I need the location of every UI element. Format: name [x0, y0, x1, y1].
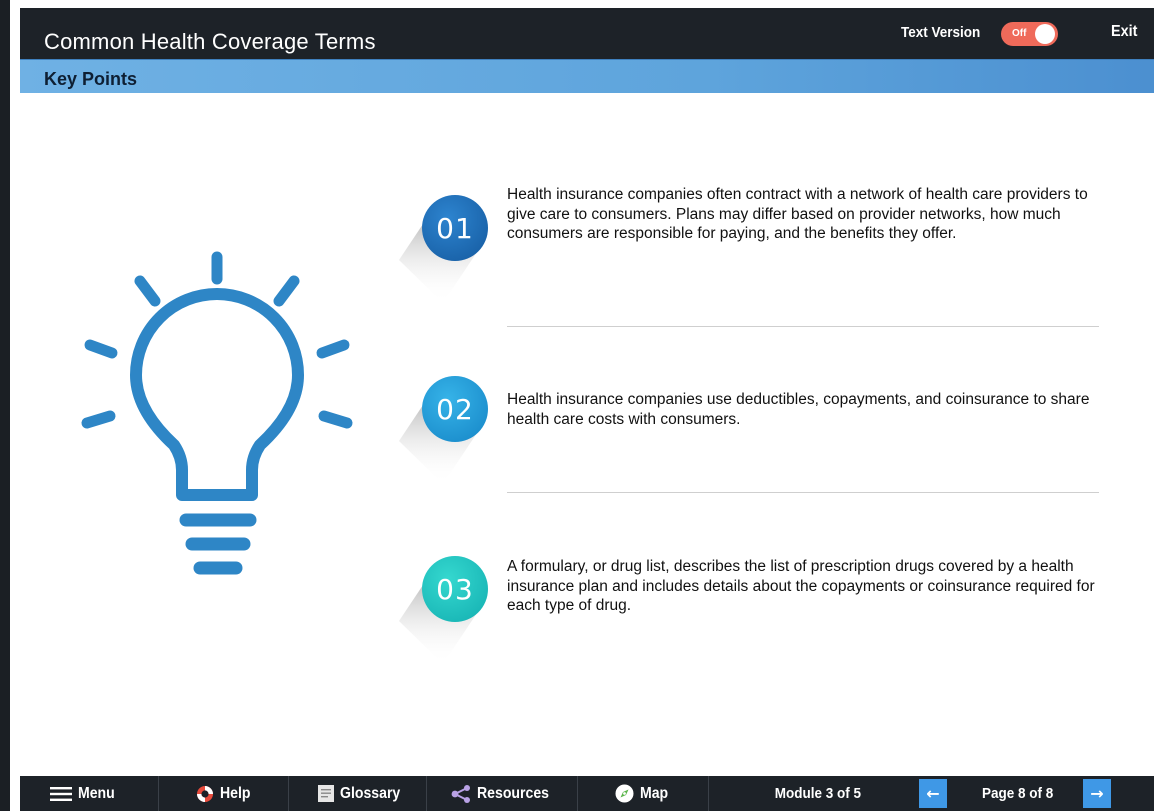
resources-button[interactable]: Resources: [445, 776, 565, 811]
menu-label: Menu: [78, 784, 115, 802]
map-label: Map: [639, 784, 668, 802]
nav-separator: [426, 776, 427, 811]
glossary-button[interactable]: Glossary: [308, 776, 418, 811]
section-header: Key Points: [20, 59, 1154, 93]
exit-button[interactable]: Exit: [1111, 23, 1137, 41]
title-bar: Common Health Coverage Terms Text Versio…: [10, 0, 1154, 59]
point-text-2: Health insurance companies use deductibl…: [507, 391, 1090, 428]
point-number-2: 02: [422, 376, 488, 442]
nav-separator: [158, 776, 159, 811]
toggle-knob: [1035, 24, 1055, 44]
badge-3: 03: [395, 546, 495, 676]
toggle-state-label: Off: [1012, 28, 1027, 39]
glossary-label: Glossary: [339, 784, 401, 802]
arrow-left-icon: ←: [926, 784, 940, 803]
nav-separator: [577, 776, 578, 811]
help-button[interactable]: Help: [180, 776, 270, 811]
module-indicator: Module 3 of 5: [753, 776, 883, 811]
point-number-3: 03: [422, 556, 488, 622]
badge-1: 01: [395, 185, 495, 315]
previous-page-button[interactable]: ←: [919, 779, 947, 808]
next-page-button[interactable]: →: [1083, 779, 1111, 808]
divider: [507, 492, 1099, 493]
lifebuoy-icon: [196, 785, 214, 803]
nav-separator: [288, 776, 289, 811]
hamburger-icon: [50, 786, 73, 801]
nav-separator: [708, 776, 709, 811]
page-text: Page 8 of 8: [982, 785, 1054, 802]
book-icon: [317, 785, 334, 802]
resources-label: Resources: [477, 784, 550, 802]
menu-button[interactable]: Menu: [40, 776, 130, 811]
share-icon: [451, 784, 471, 803]
page-indicator: Page 8 of 8: [965, 776, 1071, 811]
point-text-1: Health insurance companies often contrac…: [507, 186, 1088, 242]
lightbulb-icon: [81, 251, 353, 575]
text-version-label: Text Version: [901, 24, 981, 41]
point-text-3: A formulary, or drug list, describes the…: [507, 558, 1095, 614]
text-version-toggle[interactable]: Off: [1001, 22, 1058, 46]
compass-icon: [615, 784, 634, 803]
course-frame: Common Health Coverage Terms Text Versio…: [0, 0, 1154, 811]
divider: [507, 326, 1099, 327]
point-number-1: 01: [422, 195, 488, 261]
help-label: Help: [219, 784, 251, 802]
arrow-right-icon: →: [1090, 784, 1104, 803]
section-title: Key Points: [44, 69, 138, 89]
badge-2: 02: [395, 366, 495, 496]
module-text: Module 3 of 5: [774, 785, 862, 802]
bottom-nav-bar: Menu Help Glossary Resources Map Module …: [20, 776, 1154, 811]
map-button[interactable]: Map: [598, 776, 688, 811]
course-title: Common Health Coverage Terms: [44, 29, 376, 54]
